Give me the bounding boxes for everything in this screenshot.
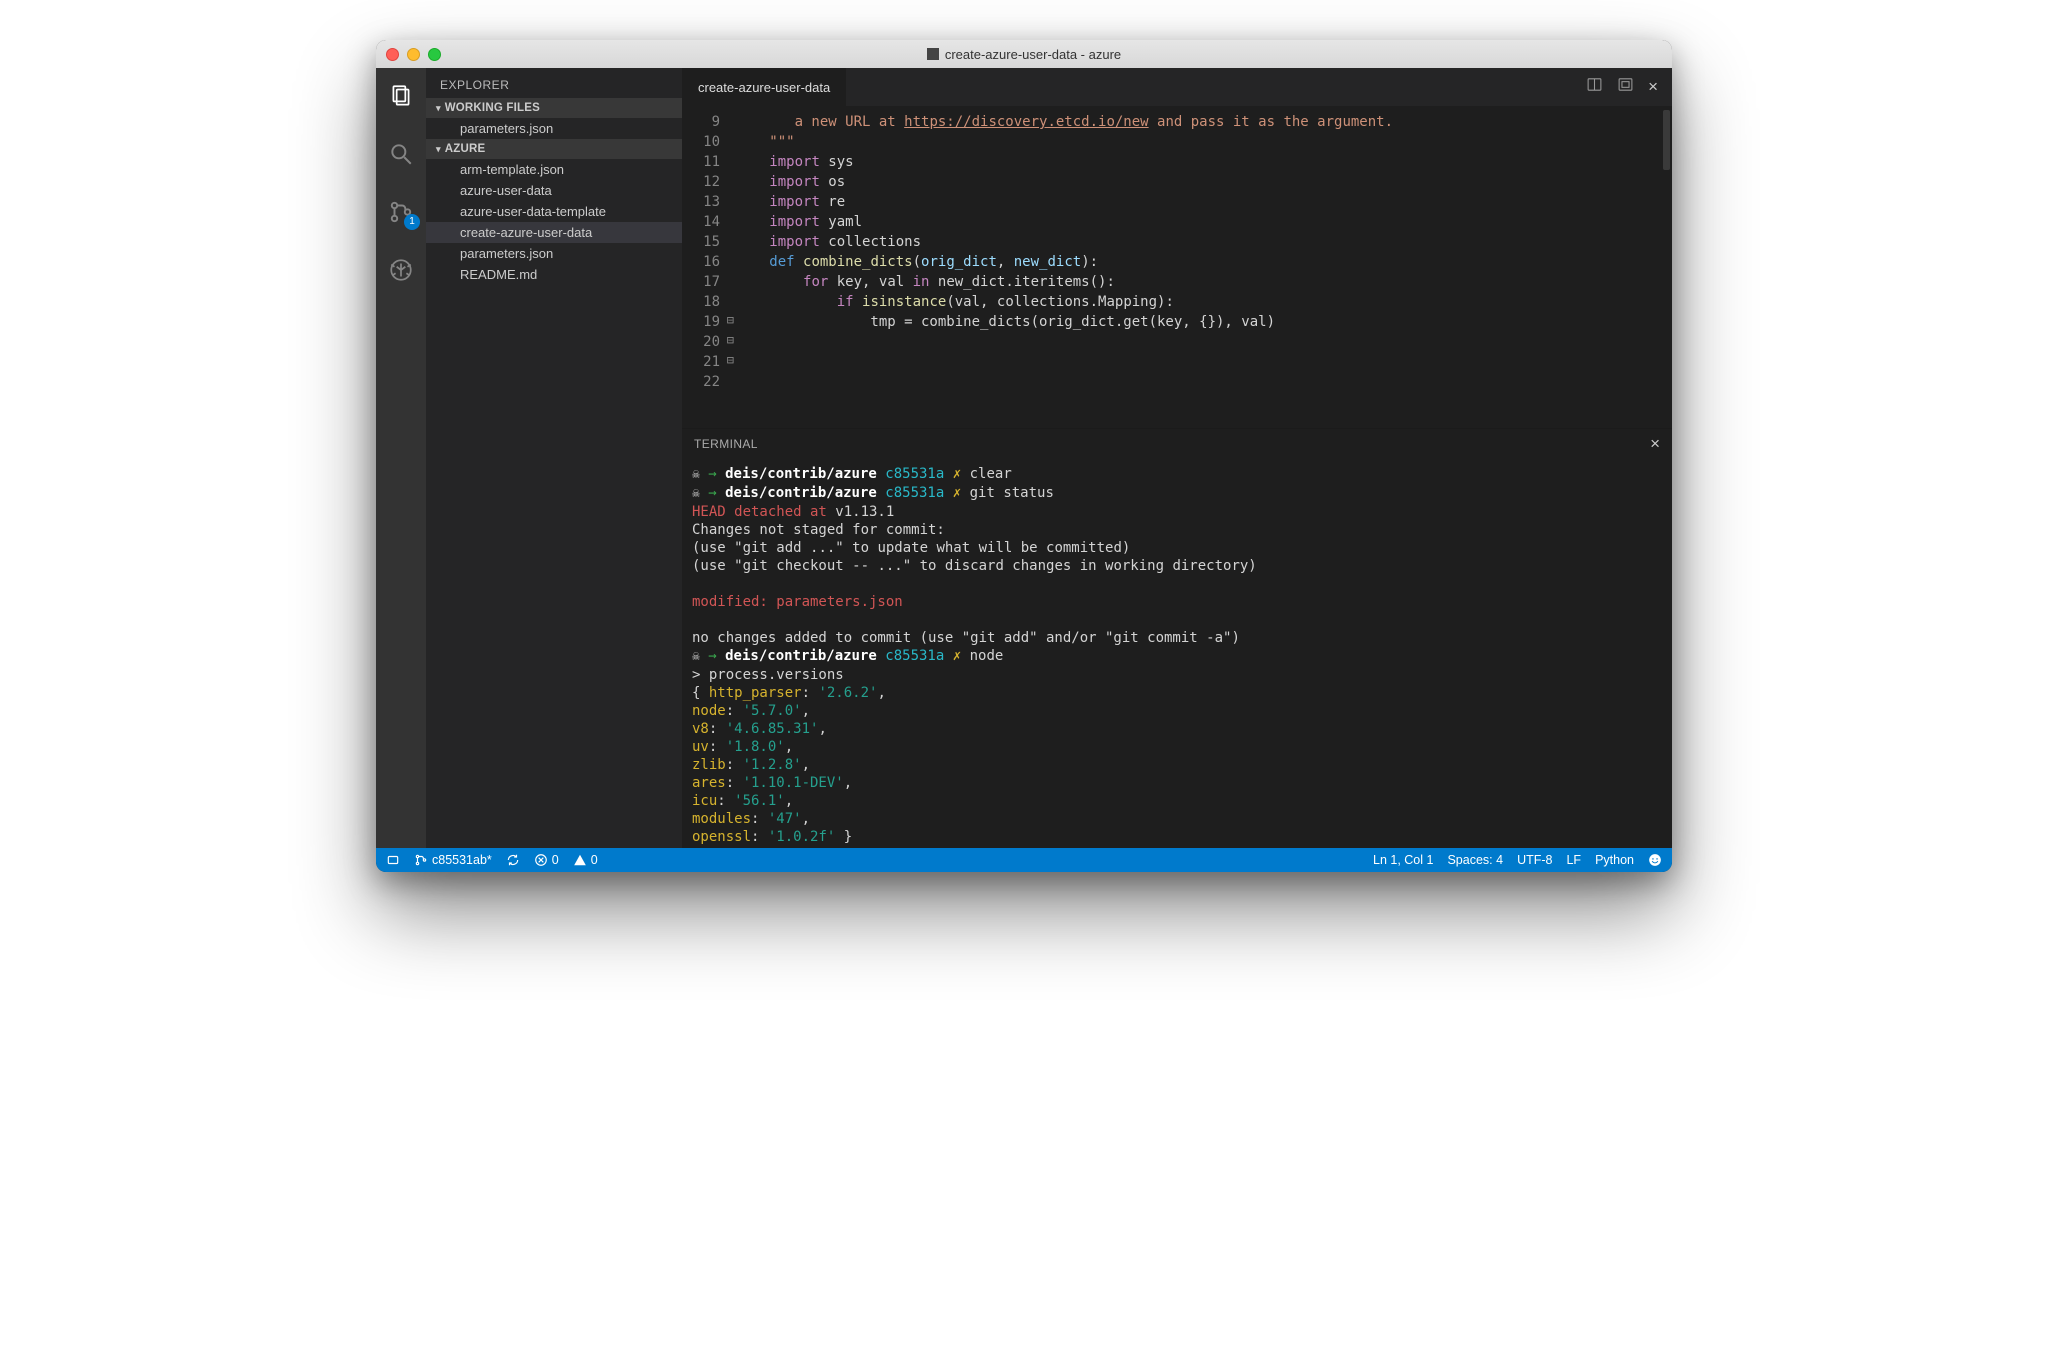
app-icon [927, 48, 939, 60]
folder-header[interactable]: AZURE [426, 139, 682, 159]
app-window: create-azure-user-data - azure 1 EXPLORE… [376, 40, 1672, 872]
more-editor-icon[interactable] [1617, 76, 1634, 98]
terminal-content[interactable]: ☠ → deis/contrib/azure c85531a ✗ clear☠ … [682, 459, 1672, 848]
minimap-scrollbar[interactable] [1663, 110, 1670, 170]
explorer-sidebar: EXPLORER WORKING FILES parameters.json A… [426, 68, 682, 848]
code-content: a new URL at https://discovery.etcd.io/n… [738, 106, 1393, 428]
status-warnings[interactable]: 0 [573, 853, 598, 867]
titlebar: create-azure-user-data - azure [376, 40, 1672, 68]
split-editor-icon[interactable] [1586, 76, 1603, 98]
sidebar-title: EXPLORER [426, 68, 682, 98]
window-title: create-azure-user-data - azure [945, 47, 1121, 62]
status-spaces[interactable]: Spaces: 4 [1447, 853, 1503, 867]
status-cursor[interactable]: Ln 1, Col 1 [1373, 853, 1433, 867]
line-gutter: 910111213141516171819⊟20⊟21⊟22 [682, 106, 738, 428]
git-activity-icon[interactable]: 1 [376, 192, 426, 232]
git-badge: 1 [404, 214, 420, 230]
close-terminal-icon[interactable]: × [1650, 434, 1660, 454]
working-file[interactable]: parameters.json [426, 118, 682, 139]
terminal-title: TERMINAL [694, 437, 758, 451]
status-language[interactable]: Python [1595, 853, 1634, 867]
zoom-window-button[interactable] [428, 48, 441, 61]
file-item[interactable]: arm-template.json [426, 159, 682, 180]
activity-bar: 1 [376, 68, 426, 848]
code-editor[interactable]: 910111213141516171819⊟20⊟21⊟22 a new URL… [682, 106, 1672, 428]
search-activity-icon[interactable] [376, 134, 426, 174]
tab-bar: create-azure-user-data × [682, 68, 1672, 106]
file-item[interactable]: azure-user-data [426, 180, 682, 201]
terminal-panel: TERMINAL × ☠ → deis/contrib/azure c85531… [682, 428, 1672, 848]
status-feedback-icon[interactable] [1648, 853, 1662, 867]
status-encoding[interactable]: UTF-8 [1517, 853, 1552, 867]
editor-tab[interactable]: create-azure-user-data [682, 68, 847, 106]
file-item[interactable]: azure-user-data-template [426, 201, 682, 222]
status-eol[interactable]: LF [1566, 853, 1581, 867]
close-window-button[interactable] [386, 48, 399, 61]
file-item[interactable]: create-azure-user-data [426, 222, 682, 243]
status-remote-icon[interactable] [386, 853, 400, 867]
status-sync-icon[interactable] [506, 853, 520, 867]
file-item[interactable]: README.md [426, 264, 682, 285]
status-errors[interactable]: 0 [534, 853, 559, 867]
minimize-window-button[interactable] [407, 48, 420, 61]
editor-area: create-azure-user-data × 910111213141516… [682, 68, 1672, 848]
status-branch[interactable]: c85531ab* [414, 853, 492, 867]
close-editor-icon[interactable]: × [1648, 77, 1658, 97]
status-bar: c85531ab* 0 0 Ln 1, Col 1 Spaces: 4 UTF-… [376, 848, 1672, 872]
working-files-header[interactable]: WORKING FILES [426, 98, 682, 118]
explorer-activity-icon[interactable] [376, 76, 426, 116]
debug-activity-icon[interactable] [376, 250, 426, 290]
file-item[interactable]: parameters.json [426, 243, 682, 264]
